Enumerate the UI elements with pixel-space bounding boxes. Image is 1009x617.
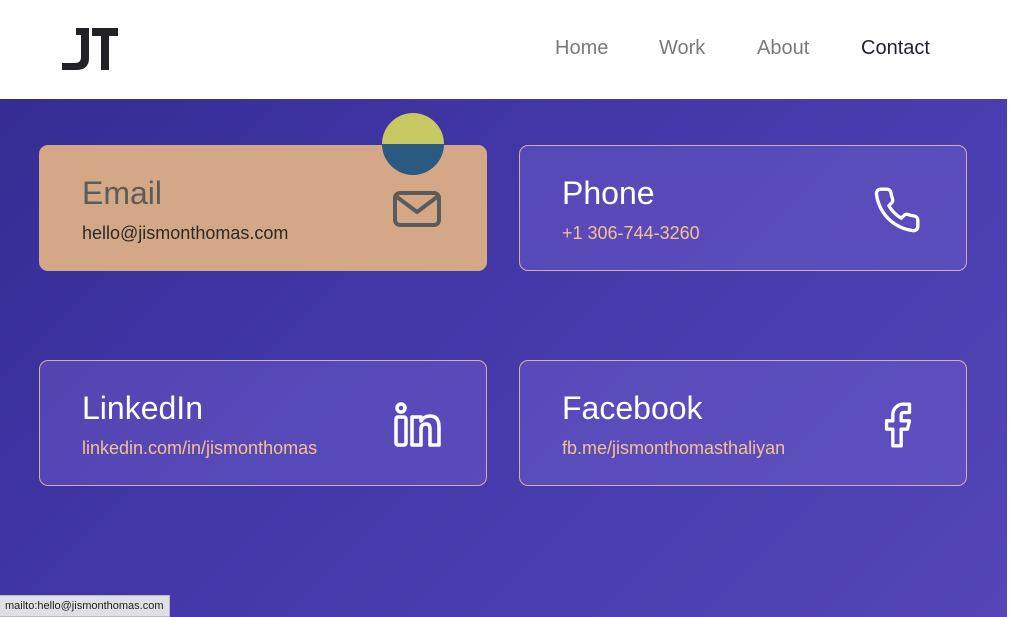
nav-work[interactable]: Work: [659, 37, 705, 60]
custom-cursor: [382, 113, 444, 175]
card-value: fb.me/jismonthomasthaliyan: [562, 438, 786, 458]
mail-icon: [392, 185, 442, 235]
phone-card[interactable]: Phone +1 306-744-3260: [519, 145, 967, 271]
facebook-icon: [872, 400, 922, 450]
card-value: linkedin.com/in/jismonthomas: [82, 438, 318, 458]
card-title: Email: [82, 175, 163, 211]
nav-about[interactable]: About: [757, 37, 809, 60]
card-value: hello@jismonthomas.com: [82, 223, 289, 243]
card-title: LinkedIn: [82, 390, 203, 426]
facebook-card[interactable]: Facebook fb.me/jismonthomasthaliyan: [519, 360, 967, 486]
main-nav: Home Work About Contact: [0, 37, 1007, 63]
page: Home Work About Contact Email hello@jism…: [0, 0, 1009, 617]
card-value: +1 306-744-3260: [562, 223, 700, 243]
card-title: Facebook: [562, 390, 703, 426]
card-title: Phone: [562, 175, 655, 211]
nav-contact[interactable]: Contact: [861, 37, 930, 60]
site-header: Home Work About Contact: [0, 0, 1007, 99]
contact-section: Email hello@jismonthomas.com Phone +1 30…: [0, 99, 1007, 617]
status-bar: mailto:hello@jismonthomas.com: [0, 595, 170, 617]
phone-icon: [872, 185, 922, 235]
linkedin-card[interactable]: LinkedIn linkedin.com/in/jismonthomas: [39, 360, 487, 486]
nav-home[interactable]: Home: [555, 37, 608, 60]
linkedin-icon: [392, 400, 442, 450]
